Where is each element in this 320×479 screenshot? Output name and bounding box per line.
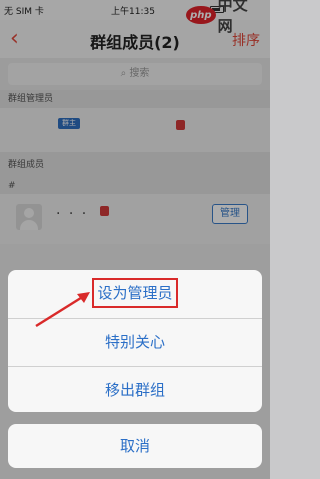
action-sheet: 设为管理员 特别关心 移出群组 — [8, 270, 262, 412]
cancel-button[interactable]: 取消 — [8, 424, 262, 468]
highlight-box — [92, 278, 178, 308]
remove-from-group-button[interactable]: 移出群组 — [8, 366, 262, 412]
special-care-button[interactable]: 特别关心 — [8, 318, 262, 364]
